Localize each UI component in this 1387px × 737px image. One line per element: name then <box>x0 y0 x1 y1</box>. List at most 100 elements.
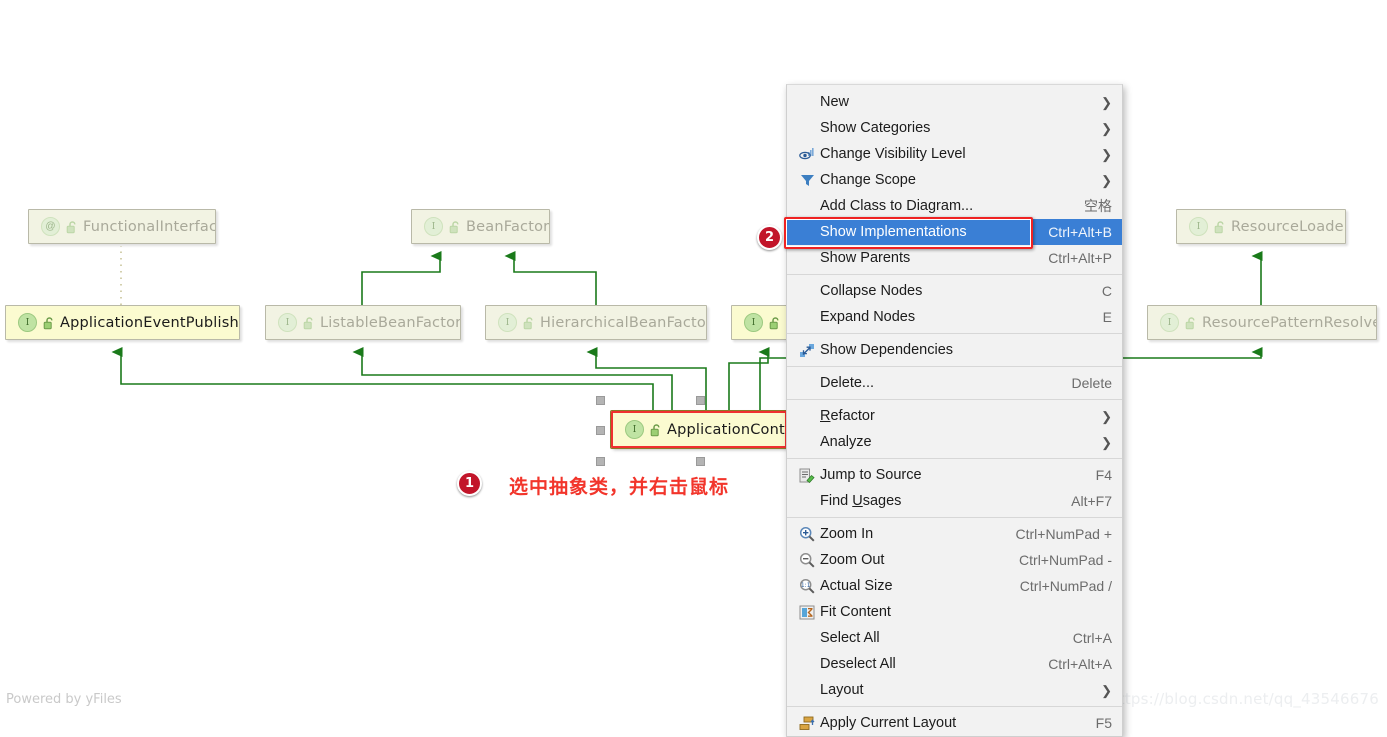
visibility-lock-icon <box>1214 221 1226 234</box>
menu-item-label: Show Categories <box>820 120 931 136</box>
menu-separator <box>787 706 1122 707</box>
menu-item-shortcut: E <box>1102 309 1112 325</box>
uml-node-resource-pattern-resolver[interactable]: I ResourcePatternResolver <box>1147 305 1377 340</box>
menu-item-add-class-to-diagram[interactable]: Add Class to Diagram... 空格 <box>787 193 1122 219</box>
menu-item-zoom-out[interactable]: Zoom Out Ctrl+NumPad - <box>787 547 1122 573</box>
menu-item-label: Jump to Source <box>820 467 922 483</box>
menu-item-label: Zoom In <box>820 526 874 542</box>
actual-size-icon: 1:1 <box>797 578 817 594</box>
menu-item-change-scope[interactable]: Change Scope ❯ <box>787 167 1122 193</box>
menu-item-shortcut: Ctrl+Alt+P <box>1048 250 1112 266</box>
uml-node-application-context[interactable]: I ApplicationContext <box>610 410 788 449</box>
menu-item-change-visibility-level[interactable]: Change Visibility Level ❯ <box>787 141 1122 167</box>
resize-handle[interactable] <box>595 395 605 405</box>
menu-item-label: Layout <box>820 682 864 698</box>
menu-item-label: Change Scope <box>820 172 916 188</box>
uml-node-bean-factory[interactable]: I BeanFactory <box>411 209 550 244</box>
menu-item-shortcut: 空格 <box>1084 198 1112 214</box>
menu-item-shortcut: Ctrl+NumPad + <box>1015 526 1112 542</box>
menu-icon-placeholder <box>797 375 817 391</box>
menu-item-label: Fit Content <box>820 604 891 620</box>
interface-type-icon: I <box>498 313 517 332</box>
menu-item-collapse-nodes[interactable]: Collapse Nodes C <box>787 278 1122 304</box>
menu-item-deselect-all[interactable]: Deselect All Ctrl+Alt+A <box>787 651 1122 677</box>
yfiles-watermark: Powered by yFiles <box>6 692 122 707</box>
menu-item-label: Analyze <box>820 434 872 450</box>
menu-icon-placeholder <box>797 656 817 672</box>
uml-node-label: ListableBeanFactory <box>320 314 461 331</box>
blog-url-watermark: https://blog.csdn.net/qq_43546676 <box>1109 690 1379 708</box>
menu-item-label: Show Implementations <box>820 224 967 240</box>
menu-item-label: New <box>820 94 850 110</box>
menu-item-label: Show Parents <box>820 250 911 266</box>
menu-item-label: Select All <box>820 630 880 646</box>
uml-diagram-canvas[interactable]: @ FunctionalInterface I BeanFactory I Reso… <box>0 0 1387 718</box>
menu-separator <box>787 274 1122 275</box>
uml-node-resource-loader[interactable]: I ResourceLoader <box>1176 209 1346 244</box>
menu-item-shortcut: Delete <box>1071 375 1112 391</box>
resize-handle[interactable] <box>595 426 605 435</box>
resize-handle[interactable] <box>695 395 705 405</box>
menu-item-apply-current-layout[interactable]: Apply Current Layout F5 <box>787 710 1122 736</box>
menu-item-actual-size[interactable]: 1:1 Actual Size Ctrl+NumPad / <box>787 573 1122 599</box>
menu-item-shortcut: F4 <box>1095 467 1112 483</box>
menu-item-shortcut: Alt+F7 <box>1071 493 1112 509</box>
menu-icon-placeholder <box>797 120 817 136</box>
visibility-lock-icon <box>650 424 662 437</box>
menu-item-select-all[interactable]: Select All Ctrl+A <box>787 625 1122 651</box>
menu-item-label: Actual Size <box>820 578 893 594</box>
uml-node-application-event-publisher[interactable]: I ApplicationEventPublisher <box>5 305 240 340</box>
fit-content-icon <box>797 604 817 620</box>
interface-type-icon: I <box>18 313 37 332</box>
menu-icon-placeholder <box>797 250 817 266</box>
interface-type-icon: I <box>278 313 297 332</box>
menu-separator <box>787 458 1122 459</box>
zoom-in-icon <box>797 526 817 542</box>
menu-icon-placeholder <box>797 408 817 424</box>
menu-item-layout[interactable]: Layout ❯ <box>787 677 1122 703</box>
visibility-lock-icon <box>303 317 315 330</box>
menu-item-jump-to-source[interactable]: Jump to Source F4 <box>787 462 1122 488</box>
chevron-right-icon: ❯ <box>1101 434 1112 450</box>
resize-handle[interactable] <box>695 456 705 466</box>
menu-item-zoom-in[interactable]: Zoom In Ctrl+NumPad + <box>787 521 1122 547</box>
menu-item-expand-nodes[interactable]: Expand Nodes E <box>787 304 1122 330</box>
menu-item-new[interactable]: New ❯ <box>787 89 1122 115</box>
menu-separator <box>787 366 1122 367</box>
uml-node-functional-interface[interactable]: @ FunctionalInterface <box>28 209 216 244</box>
interface-type-icon: I <box>1189 217 1208 236</box>
step-marker-2: 2 <box>757 225 782 250</box>
chevron-right-icon: ❯ <box>1101 94 1112 110</box>
menu-item-label: Delete... <box>820 375 874 391</box>
resize-handle[interactable] <box>595 456 605 466</box>
diagram-context-menu[interactable]: New ❯ Show Categories ❯ Change Visibility L… <box>786 84 1123 737</box>
uml-node-listable-bean-factory[interactable]: I ListableBeanFactory <box>265 305 461 340</box>
menu-item-show-dependencies[interactable]: Show Dependencies <box>787 337 1122 363</box>
menu-item-label: Apply Current Layout <box>820 715 957 731</box>
menu-item-fit-content[interactable]: Fit Content <box>787 599 1122 625</box>
menu-item-delete[interactable]: Delete... Delete <box>787 370 1122 396</box>
menu-item-show-implementations[interactable]: Show Implementations Ctrl+Alt+B <box>787 219 1122 245</box>
menu-item-shortcut: Ctrl+NumPad - <box>1019 552 1112 568</box>
uml-node-label: BeanFactory <box>466 218 550 235</box>
menu-item-refactor[interactable]: Refactor ❯ <box>787 403 1122 429</box>
menu-item-show-categories[interactable]: Show Categories ❯ <box>787 115 1122 141</box>
menu-item-shortcut: Ctrl+A <box>1072 630 1112 646</box>
uml-node-hierarchical-bean-factory[interactable]: I HierarchicalBeanFactory <box>485 305 707 340</box>
chevron-right-icon: ❯ <box>1101 682 1112 698</box>
svg-text:1:1: 1:1 <box>801 582 811 589</box>
menu-item-find-usages[interactable]: Find Usages Alt+F7 <box>787 488 1122 514</box>
menu-item-shortcut: Ctrl+NumPad / <box>1019 578 1112 594</box>
menu-item-label: Find Usages <box>820 493 902 509</box>
menu-item-analyze[interactable]: Analyze ❯ <box>787 429 1122 455</box>
chevron-right-icon: ❯ <box>1101 120 1112 136</box>
visibility-lock-icon <box>769 317 781 330</box>
menu-icon-placeholder <box>797 309 817 325</box>
menu-item-show-parents[interactable]: Show Parents Ctrl+Alt+P <box>787 245 1122 271</box>
apply-layout-icon <box>797 715 817 731</box>
menu-item-shortcut: Ctrl+Alt+A <box>1048 656 1112 672</box>
menu-icon-placeholder <box>797 682 817 698</box>
chevron-right-icon: ❯ <box>1101 146 1112 162</box>
menu-item-label: Zoom Out <box>820 552 885 568</box>
menu-separator <box>787 517 1122 518</box>
